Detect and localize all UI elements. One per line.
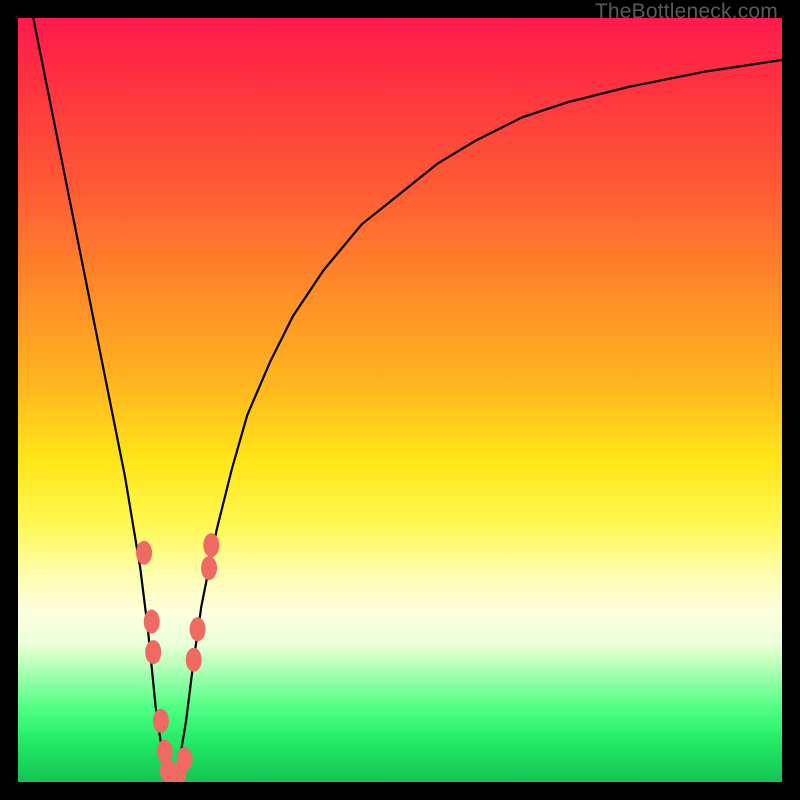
chart-svg [18, 18, 782, 782]
data-marker [153, 709, 169, 733]
data-marker [136, 541, 152, 565]
data-marker [201, 556, 217, 580]
data-marker [177, 747, 193, 771]
chart-frame: TheBottleneck.com [0, 0, 800, 800]
data-marker [203, 533, 219, 557]
data-markers [136, 533, 219, 782]
data-marker [144, 610, 160, 634]
watermark-text: TheBottleneck.com [595, 0, 778, 24]
chart-plot-area [18, 18, 782, 782]
bottleneck-curve [18, 18, 782, 782]
data-marker [190, 617, 206, 641]
data-marker [186, 648, 202, 672]
data-marker [145, 640, 161, 664]
